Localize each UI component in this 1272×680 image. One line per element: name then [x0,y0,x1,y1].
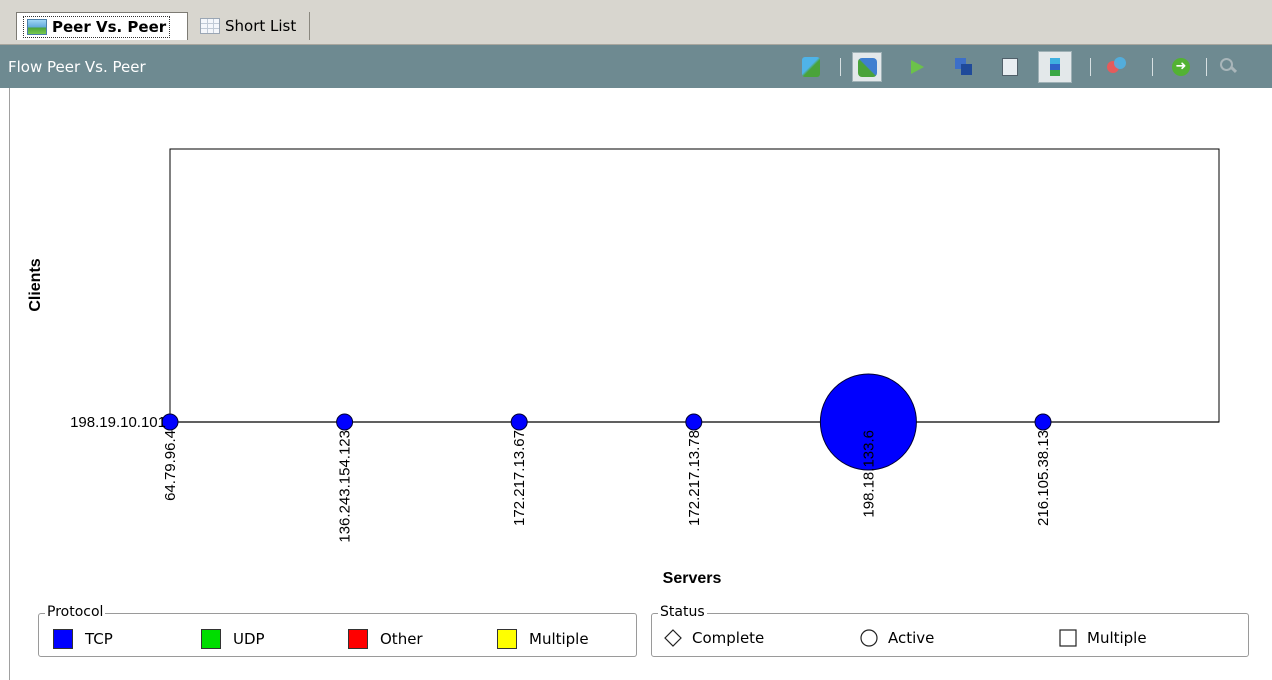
tab-short-list[interactable]: Short List [194,12,310,40]
x-tick-label: 198.18.133.6 [860,430,877,518]
legend-label: UDP [233,630,265,648]
legend-title: Protocol [45,604,106,620]
copy-button[interactable] [997,54,1023,80]
data-point[interactable] [510,413,528,431]
panel-header: Flow Peer Vs. Peer ➜ [0,45,1272,88]
diamond-icon [664,629,682,647]
venn-button[interactable] [1104,54,1130,80]
grid-icon [200,18,220,34]
tcp-swatch [53,629,73,649]
udp-swatch [201,629,221,649]
color-bars-icon [1050,58,1060,76]
copy-icon [1002,58,1018,76]
legend-item-multiple-status: Multiple [1059,629,1147,647]
legend-label: TCP [85,630,113,648]
other-swatch [348,629,368,649]
circle-icon [860,629,878,647]
venn-icon-circle [1114,57,1126,69]
data-point[interactable] [1034,413,1052,431]
panel-title: Flow Peer Vs. Peer [8,58,146,76]
color-bars-button[interactable] [1038,51,1072,83]
legend-label: Multiple [529,630,589,648]
tab-label: Peer Vs. Peer [52,17,167,36]
chart-icon [27,18,47,35]
tab-label: Short List [225,17,297,35]
play-icon [911,60,924,74]
refresh-peers-icon [858,58,877,77]
legend-label: Other [380,630,423,648]
plot-area [169,148,1220,423]
square-icon [1059,629,1077,647]
data-point[interactable] [685,413,703,431]
zoom-button[interactable] [1216,54,1242,80]
legend-label: Active [888,629,935,647]
legend-item-udp: UDP [201,629,265,649]
status-legend: Status Complete Active Multiple [651,604,1249,657]
overlap-icon-back [961,64,972,75]
toolbar-separator [1206,58,1207,76]
protocol-legend: Protocol TCP UDP Other Multiple [38,604,637,657]
x-axis-label: Servers [663,570,722,587]
go-button[interactable]: ➜ [1168,54,1194,80]
legend-item-active: Active [860,629,934,647]
multiple-swatch [497,629,517,649]
legend-item-other: Other [348,629,423,649]
tab-focus-ring: Peer Vs. Peer [23,15,171,38]
data-point[interactable] [336,413,354,431]
peer-scatter-chart: 198.19.10.10164.79.96.4 136.243.154.123 17… [27,148,1220,587]
x-tick-label: 64.79.96.4 [162,430,179,501]
toolbar-separator [1090,58,1091,76]
y-axis-label: Clients [27,258,44,311]
refresh-peers-button[interactable] [852,52,882,82]
go-arrow-icon: ➜ [1172,58,1190,76]
play-button[interactable] [905,54,931,80]
overlap-button[interactable] [951,54,977,80]
tab-strip: Peer Vs. Peer Short List [0,0,1272,45]
swap-peers-icon [802,57,820,77]
legend-item-complete: Complete [664,629,764,647]
y-tick-label: 198.19.10.101 [70,414,166,431]
swap-peers-button[interactable] [798,54,824,80]
x-tick-label: 216.105.38.13 [1035,430,1052,526]
tab-peer-vs-peer[interactable]: Peer Vs. Peer [16,12,188,40]
toolbar-separator [840,58,841,76]
toolbar-separator [1152,58,1153,76]
legend-title: Status [658,604,707,620]
zoom-icon-handle [1229,65,1238,74]
legend-label: Multiple [1087,629,1147,647]
legend-label: Complete [692,629,765,647]
x-tick-label: 172.217.13.67 [511,430,528,526]
x-tick-label: 136.243.154.123 [337,430,354,543]
legend-item-multiple-protocol: Multiple [497,629,589,649]
x-tick-label: 172.217.13.78 [686,430,703,526]
legend-item-tcp: TCP [53,629,113,649]
